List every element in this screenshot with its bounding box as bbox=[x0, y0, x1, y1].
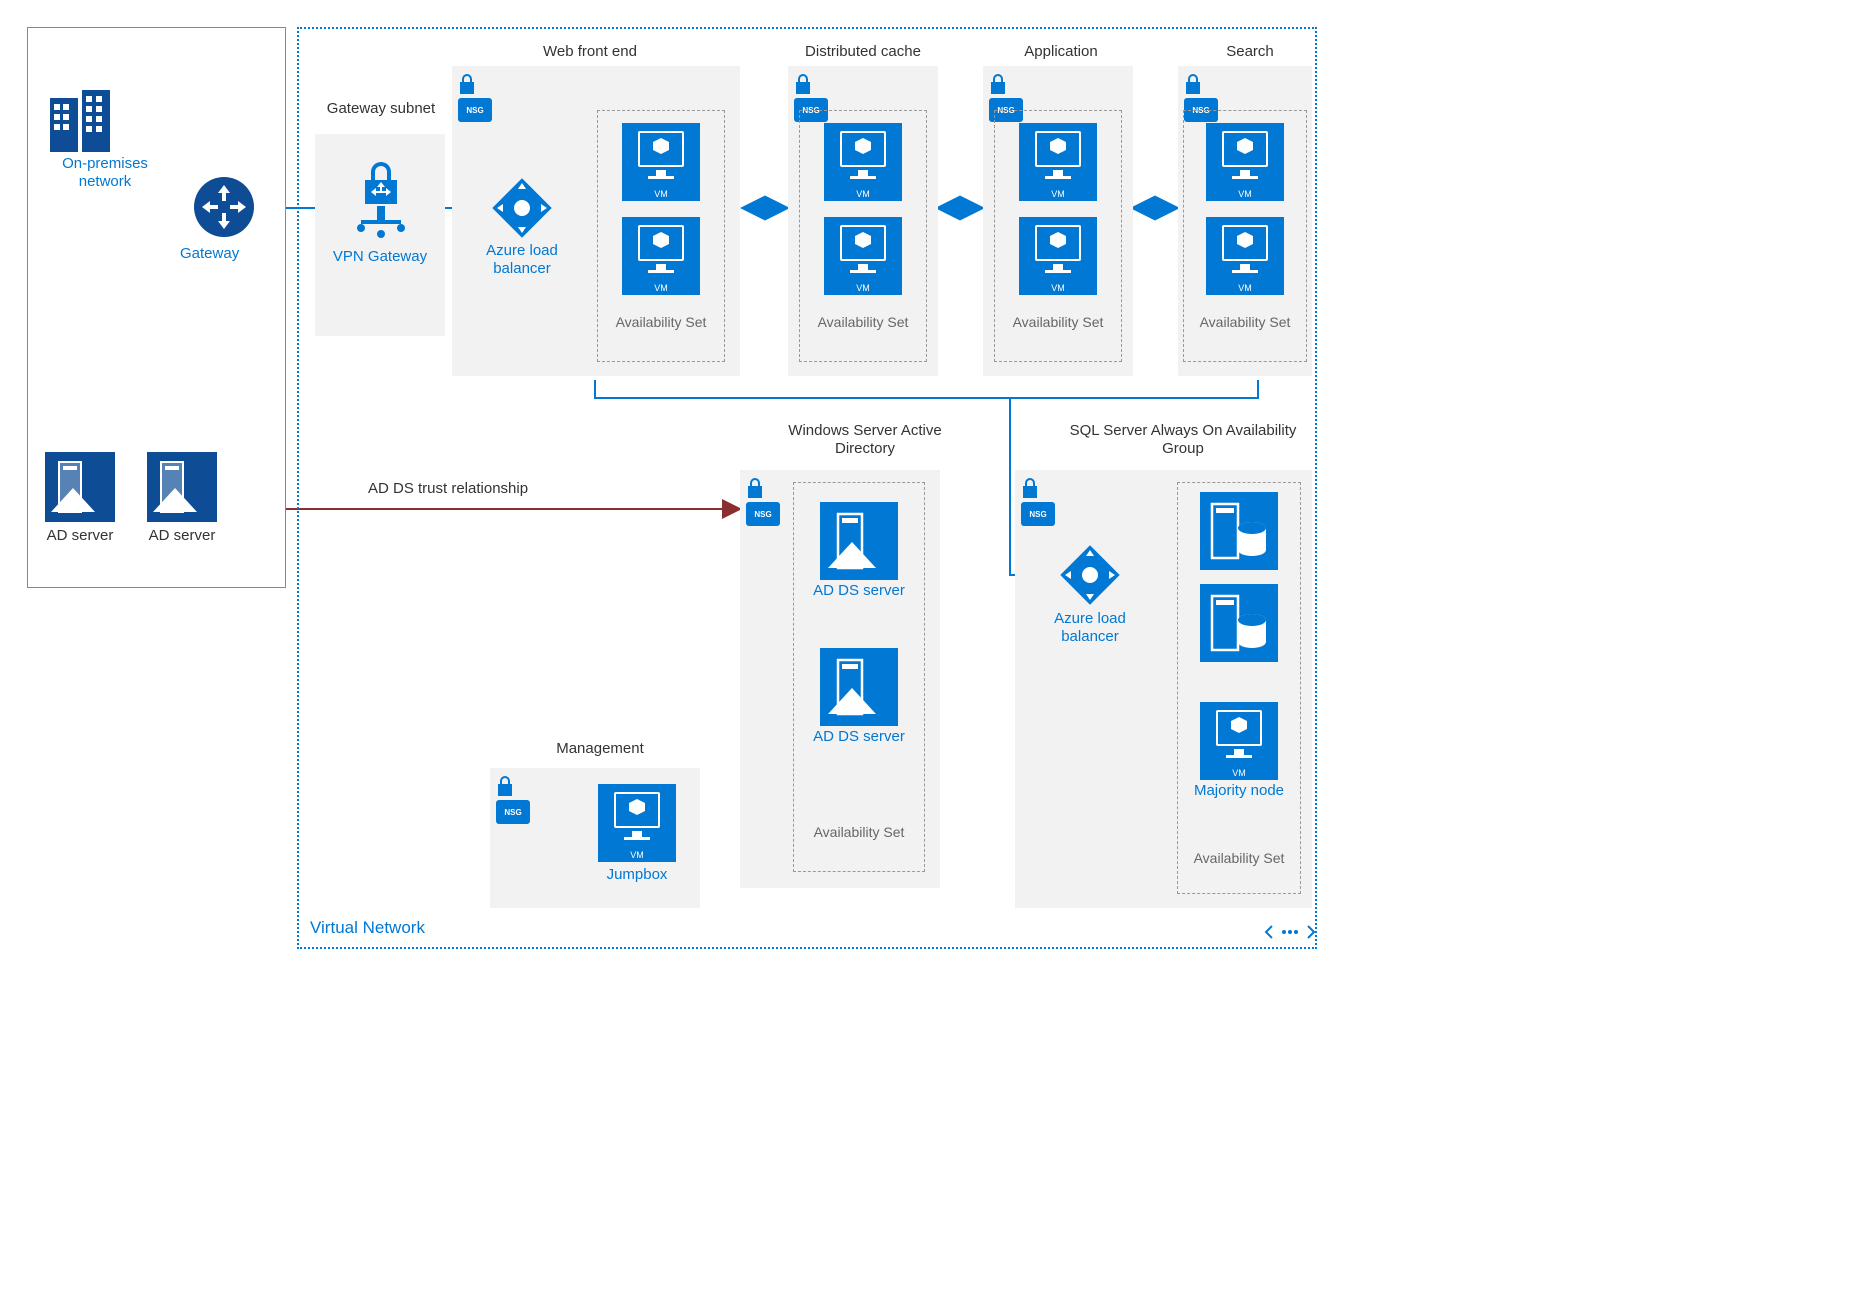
load-balancer-icon bbox=[1055, 540, 1125, 610]
web-tier-title: Web front end bbox=[525, 43, 655, 60]
load-balancer-label: Azure load balancer bbox=[472, 242, 572, 278]
ad-ds-label: AD DS server bbox=[810, 728, 908, 745]
web-avail-label: Availability Set bbox=[607, 314, 715, 331]
ad-ds-label: AD DS server bbox=[810, 582, 908, 599]
jumpbox-vm: VM bbox=[598, 784, 676, 862]
sql-subnet-title: SQL Server Always On Availability Group bbox=[1058, 422, 1308, 458]
vm-icon: VM bbox=[622, 217, 700, 295]
search-avail-label: Availability Set bbox=[1191, 314, 1299, 331]
app-tier-title: Application bbox=[996, 43, 1126, 60]
cache-tier-title: Distributed cache bbox=[798, 43, 928, 60]
sql-db-icon bbox=[1200, 584, 1278, 662]
load-balancer-label-2: Azure load balancer bbox=[1040, 610, 1140, 646]
cache-avail-label: Availability Set bbox=[809, 314, 917, 331]
sql-db-icon bbox=[1200, 492, 1278, 570]
lock-icon bbox=[794, 74, 812, 96]
gateway-label: Gateway bbox=[180, 245, 239, 262]
lock-icon bbox=[496, 776, 514, 798]
sql-avail-label: Availability Set bbox=[1185, 850, 1293, 867]
ad-server-label-1: AD server bbox=[37, 527, 123, 544]
jumpbox-label: Jumpbox bbox=[588, 866, 686, 883]
lock-icon bbox=[1021, 478, 1039, 500]
vm-icon: VM bbox=[622, 123, 700, 201]
majority-node-label: Majority node bbox=[1190, 782, 1288, 799]
vm-icon: VM bbox=[824, 123, 902, 201]
vpn-gateway-label: VPN Gateway bbox=[325, 248, 435, 265]
on-premises-label: On-premises network bbox=[35, 155, 175, 191]
nsg-badge: NSG bbox=[1021, 502, 1055, 526]
building-icon bbox=[50, 90, 120, 152]
vm-icon: VM bbox=[1206, 123, 1284, 201]
nsg-badge: NSG bbox=[496, 800, 530, 824]
ad-server-icon bbox=[45, 452, 115, 522]
ad-subnet-title: Windows Server Active Directory bbox=[775, 422, 955, 458]
vm-icon: VM bbox=[1206, 217, 1284, 295]
lock-icon bbox=[746, 478, 764, 500]
lock-icon bbox=[989, 74, 1007, 96]
vm-icon: VM bbox=[1019, 217, 1097, 295]
majority-node-vm: VM bbox=[1200, 702, 1278, 780]
lock-icon bbox=[458, 74, 476, 96]
vm-icon: VM bbox=[1019, 123, 1097, 201]
ad-server-label-2: AD server bbox=[139, 527, 225, 544]
load-balancer-icon bbox=[487, 173, 557, 243]
gateway-subnet-title: Gateway subnet bbox=[326, 100, 436, 118]
gateway-icon bbox=[192, 175, 256, 239]
ad-ds-server-icon bbox=[820, 648, 898, 726]
app-avail-label: Availability Set bbox=[1004, 314, 1112, 331]
nsg-badge: NSG bbox=[746, 502, 780, 526]
vm-icon: VM bbox=[824, 217, 902, 295]
ad-trust-label: AD DS trust relationship bbox=[368, 480, 528, 497]
lock-icon bbox=[1184, 74, 1202, 96]
ad-avail-label: Availability Set bbox=[805, 824, 913, 841]
search-tier-title: Search bbox=[1205, 43, 1295, 60]
virtual-network-label: Virtual Network bbox=[310, 918, 425, 938]
architecture-diagram: On-premises network Gateway AD server AD… bbox=[20, 20, 1326, 954]
nsg-badge: NSG bbox=[458, 98, 492, 122]
mgmt-title: Management bbox=[530, 740, 670, 757]
ad-ds-server-icon bbox=[820, 502, 898, 580]
ad-server-icon bbox=[147, 452, 217, 522]
vpn-gateway-icon bbox=[353, 162, 409, 238]
